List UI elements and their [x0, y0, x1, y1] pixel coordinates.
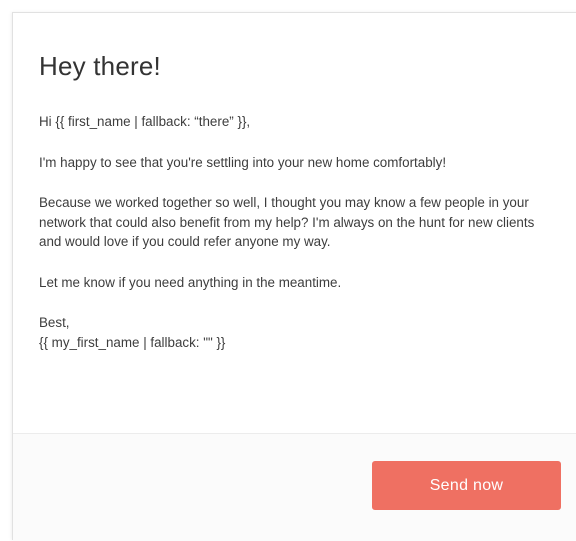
- email-heading: Hey there!: [39, 51, 161, 81]
- email-signoff-block: Best, {{ my_first_name | fallback: "" }}: [39, 313, 556, 352]
- email-footer: Send now: [13, 434, 576, 541]
- send-now-button[interactable]: Send now: [372, 461, 561, 510]
- email-salutation: Hi {{ first_name | fallback: “there” }},: [39, 114, 251, 129]
- email-preview-card: Hey there! Hi {{ first_name | fallback: …: [12, 12, 576, 541]
- email-paragraph-1: I'm happy to see that you're settling in…: [39, 154, 447, 170]
- email-signoff: Best,: [39, 315, 70, 330]
- email-body: Hey there! Hi {{ first_name | fallback: …: [13, 13, 576, 352]
- email-signature: {{ my_first_name | fallback: "" }}: [39, 334, 226, 350]
- email-paragraph-3: Let me know if you need anything in the …: [39, 274, 342, 290]
- email-paragraph-2: Because we worked together so well, I th…: [39, 195, 535, 249]
